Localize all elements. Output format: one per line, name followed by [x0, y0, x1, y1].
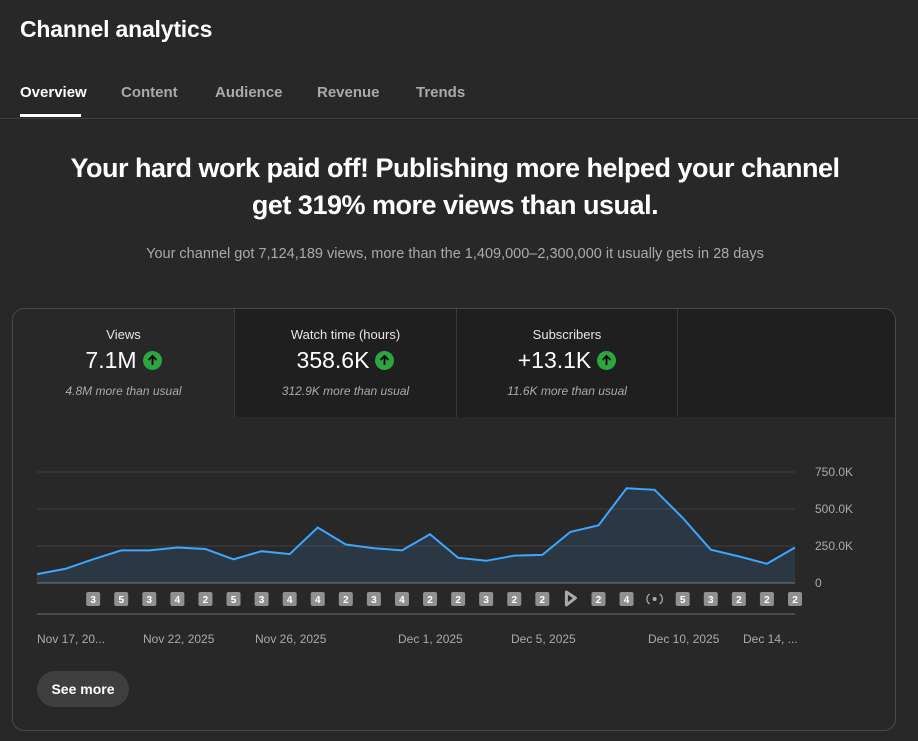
tab-overview[interactable]: Overview — [20, 84, 87, 101]
tab-bar: Overview Content Audience Revenue Trends — [0, 76, 918, 119]
tab-revenue[interactable]: Revenue — [317, 84, 380, 101]
marker-count: 2 — [792, 595, 798, 606]
video-count-marker[interactable]: 3 — [86, 592, 101, 606]
marker-count: 2 — [764, 595, 770, 606]
video-count-marker[interactable]: 2 — [591, 592, 606, 606]
marker-count: 2 — [455, 595, 461, 606]
headline-line-1: Your hard work paid off! Publishing more… — [70, 153, 840, 183]
see-more-button[interactable]: See more — [37, 671, 129, 707]
video-count-marker[interactable]: 2 — [731, 592, 746, 606]
marker-count: 5 — [118, 595, 124, 606]
video-count-marker[interactable]: 2 — [338, 592, 353, 606]
video-count-marker[interactable]: 4 — [394, 592, 409, 606]
video-count-marker[interactable]: 2 — [198, 592, 213, 606]
analytics-card: Views 7.1M 4.8M more than usual Watch ti… — [12, 308, 896, 731]
marker-count: 5 — [231, 595, 237, 606]
metric-redacted[interactable] — [677, 309, 895, 417]
live-icon[interactable] — [646, 593, 663, 605]
shorts-icon[interactable] — [564, 590, 577, 607]
x-tick-label: Dec 5, 2025 — [511, 632, 576, 646]
video-count-marker[interactable]: 3 — [366, 592, 381, 606]
metric-comparison: 11.6K more than usual — [507, 384, 627, 398]
marker-count: 4 — [175, 595, 181, 606]
marker-count: 4 — [624, 595, 630, 606]
metric-value: +13.1K — [517, 347, 592, 373]
marker-count: 2 — [540, 595, 546, 606]
arrow-up-icon — [597, 351, 617, 370]
x-tick-label: Dec 1, 2025 — [398, 632, 463, 646]
tab-content[interactable]: Content — [121, 84, 178, 101]
x-tick-label: Nov 17, 20... — [37, 632, 105, 646]
insight-headline: Your hard work paid off! Publishing more… — [0, 150, 910, 224]
views-chart[interactable]: 750.0K 500.0K 250.0K 0 3 5 3 4 2 5 3 4 4 2 3 4 2 2 3 2 2 2 4 5 3… — [13, 417, 896, 647]
video-count-marker[interactable]: 2 — [423, 592, 438, 606]
video-count-marker[interactable]: 2 — [788, 592, 802, 606]
marker-count: 3 — [708, 595, 714, 606]
headline-line-2: get 319% more views than usual. — [251, 190, 659, 220]
metric-value-row: 7.1M — [13, 347, 234, 374]
tab-trends[interactable]: Trends — [416, 84, 465, 101]
marker-count: 3 — [259, 595, 265, 606]
marker-count: 3 — [371, 595, 377, 606]
chart-area — [37, 488, 795, 583]
y-tick-label: 750.0K — [815, 465, 853, 479]
insight-subtext: Your channel got 7,124,189 views, more t… — [146, 246, 764, 262]
video-count-marker[interactable]: 3 — [254, 592, 269, 606]
arrow-up-icon — [375, 351, 395, 370]
video-count-marker[interactable]: 5 — [675, 592, 690, 606]
metrics-row: Views 7.1M 4.8M more than usual Watch ti… — [13, 309, 895, 417]
x-tick-label: Nov 26, 2025 — [255, 632, 327, 646]
shorts-shape — [564, 590, 577, 607]
marker-count: 5 — [680, 595, 686, 606]
metric-value-row: +13.1K — [457, 347, 677, 374]
video-count-marker[interactable]: 5 — [114, 592, 129, 606]
metric-label: Subscribers — [532, 327, 602, 342]
active-tab-indicator — [20, 114, 81, 117]
video-count-marker[interactable]: 4 — [310, 592, 325, 606]
y-tick-label: 0 — [815, 576, 822, 590]
marker-count: 2 — [203, 595, 209, 606]
marker-count: 3 — [147, 595, 153, 606]
x-tick-label: Dec 10, 2025 — [648, 632, 720, 646]
y-tick-label: 250.0K — [815, 539, 853, 553]
marker-count: 2 — [427, 595, 433, 606]
metric-label: Watch time (hours) — [290, 327, 401, 342]
metric-value-row: 358.6K — [235, 347, 456, 374]
metric-comparison: 4.8M more than usual — [65, 384, 182, 398]
metric-subscribers[interactable]: Subscribers +13.1K 11.6K more than usual — [456, 309, 677, 417]
metric-value: 358.6K — [296, 347, 370, 373]
video-count-marker[interactable]: 3 — [142, 592, 157, 606]
video-count-marker[interactable]: 2 — [759, 592, 774, 606]
live-dot — [652, 597, 657, 601]
marker-count: 2 — [343, 595, 349, 606]
metric-watch-time[interactable]: Watch time (hours) 358.6K 312.9K more th… — [234, 309, 456, 417]
video-count-marker[interactable]: 2 — [507, 592, 522, 606]
video-count-marker[interactable]: 4 — [170, 592, 185, 606]
marker-count: 2 — [511, 595, 517, 606]
marker-count: 3 — [90, 595, 96, 606]
y-tick-label: 500.0K — [815, 502, 853, 516]
x-tick-label: Dec 14, ... — [743, 632, 798, 646]
x-tick-label: Nov 22, 2025 — [143, 632, 215, 646]
video-count-marker[interactable]: 4 — [619, 592, 634, 606]
video-count-marker[interactable]: 2 — [451, 592, 466, 606]
video-count-marker[interactable]: 3 — [703, 592, 718, 606]
marker-count: 4 — [287, 595, 293, 606]
metric-views[interactable]: Views 7.1M 4.8M more than usual — [13, 309, 234, 417]
tab-audience[interactable]: Audience — [215, 84, 283, 101]
metric-value: 7.1M — [85, 347, 137, 373]
video-count-marker[interactable]: 4 — [282, 592, 297, 606]
arrow-up-icon — [142, 351, 162, 370]
video-count-marker[interactable]: 3 — [479, 592, 494, 606]
metric-comparison: 312.9K more than usual — [281, 384, 410, 398]
marker-count: 2 — [596, 595, 602, 606]
video-count-marker[interactable]: 2 — [535, 592, 550, 606]
metric-label: Views — [106, 327, 141, 342]
marker-count: 3 — [483, 595, 489, 606]
video-count-marker[interactable]: 5 — [226, 592, 241, 606]
marker-count: 2 — [736, 595, 742, 606]
marker-count: 4 — [399, 595, 405, 606]
marker-count: 4 — [315, 595, 321, 606]
page-title: Channel analytics — [20, 16, 213, 42]
